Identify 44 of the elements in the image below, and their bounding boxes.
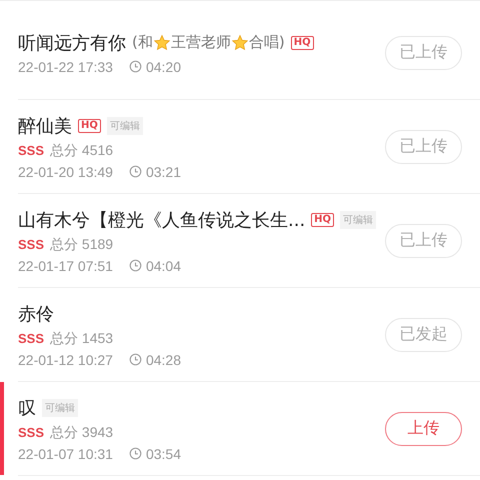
editable-tag: 可编辑 xyxy=(340,210,376,228)
star-icon xyxy=(152,34,171,52)
duration-text: 04:04 xyxy=(146,258,182,274)
score-text: 总分 5189 xyxy=(50,236,114,254)
hq-badge: HQ xyxy=(78,118,101,132)
song-title: 山有木兮【橙光《人鱼传说之长生... xyxy=(18,208,306,232)
clock-icon xyxy=(128,447,142,460)
upload-button[interactable]: 上传 xyxy=(385,412,462,446)
date-text: 22-01-17 07:51 xyxy=(18,258,113,274)
duration-text: 03:21 xyxy=(146,164,182,180)
song-title: 醉仙美 xyxy=(18,114,72,138)
subtitle-text: 合唱) xyxy=(248,33,285,52)
duration-text: 03:54 xyxy=(146,446,182,462)
date-text: 22-01-12 10:27 xyxy=(18,352,113,368)
score-text: 总分 3943 xyxy=(50,424,114,442)
song-title: 赤伶 xyxy=(18,302,54,326)
subtitle-text: (和 xyxy=(132,33,153,52)
editable-tag: 可编辑 xyxy=(42,398,78,416)
song-title: 听闻远方有你 xyxy=(18,32,126,54)
subtitle-text: 王营老师 xyxy=(170,33,231,52)
score-text: 总分 1453 xyxy=(50,330,114,348)
upload-button[interactable]: 已上传 xyxy=(385,130,462,164)
clock-icon xyxy=(128,353,142,366)
upload-button[interactable]: 已发起 xyxy=(385,318,462,352)
date-text: 22-01-07 10:31 xyxy=(18,446,113,462)
star-icon xyxy=(230,34,249,52)
upload-button[interactable]: 已上传 xyxy=(385,224,462,258)
clock-icon xyxy=(128,165,142,178)
upload-button[interactable]: 已上传 xyxy=(385,36,462,70)
date-text: 22-01-20 13:49 xyxy=(18,164,113,180)
hq-badge: HQ xyxy=(311,212,334,226)
song-title: 叹 xyxy=(18,396,36,420)
grade-label: SSS xyxy=(18,425,44,440)
date-text: 22-01-22 17:33 xyxy=(18,58,113,74)
score-text: 总分 4516 xyxy=(50,142,114,160)
hq-badge: HQ xyxy=(290,36,314,50)
editable-tag: 可编辑 xyxy=(106,116,143,134)
duration-text: 04:20 xyxy=(146,58,182,74)
grade-label: SSS xyxy=(18,143,44,158)
clock-icon xyxy=(128,60,142,73)
duration-text: 04:28 xyxy=(146,352,182,368)
grade-label: SSS xyxy=(18,331,44,346)
clock-icon xyxy=(128,259,142,272)
grade-label: SSS xyxy=(18,237,44,252)
